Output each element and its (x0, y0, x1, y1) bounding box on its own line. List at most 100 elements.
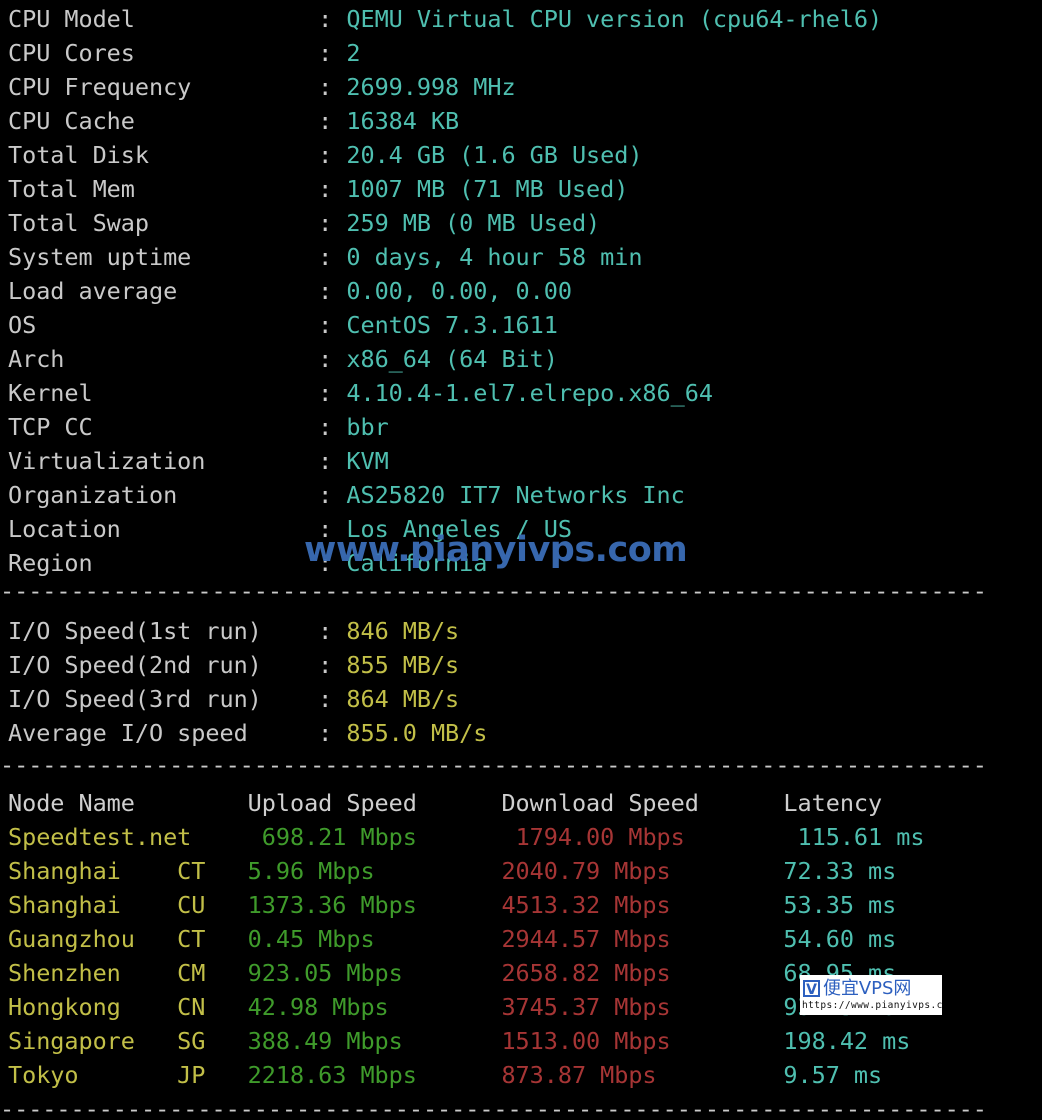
info-row: Total Mem : 1007 MB (71 MB Used) (0, 172, 1042, 206)
system-info-block: CPU Model : QEMU Virtual CPU version (cp… (0, 2, 1042, 580)
info-row-value: 2699.998 MHz (346, 73, 516, 101)
column-header-node-name: Node Name (8, 789, 248, 817)
io-speed-label: I/O Speed(1st run) (8, 617, 319, 645)
speedtest-download-speed: 1513.00 Mbps (501, 1027, 784, 1055)
io-speed-block: I/O Speed(1st run) : 846 MB/s I/O Speed(2… (0, 614, 1042, 750)
speedtest-upload-speed: 2218.63 Mbps (247, 1061, 502, 1089)
speedtest-latency: 54.60 ms (783, 925, 897, 953)
speedtest-latency: 72.33 ms (783, 857, 897, 885)
info-row: TCP CC : bbr (0, 410, 1042, 444)
speedtest-row: Guangzhou CT 0.45 Mbps 2944.57 Mbps 54.6… (0, 922, 1042, 956)
speedtest-download-speed: 1794.00 Mbps (515, 823, 798, 851)
info-row-label: Organization (8, 481, 319, 509)
speedtest-table: Node Name Upload Speed Download Speed La… (0, 786, 1042, 1092)
info-row: Load average : 0.00, 0.00, 0.00 (0, 274, 1042, 308)
info-row: OS : CentOS 7.3.1611 (0, 308, 1042, 342)
info-row: CPU Model : QEMU Virtual CPU version (cp… (0, 2, 1042, 36)
info-row-separator: : (318, 209, 347, 237)
info-row-value: bbr (346, 413, 389, 441)
io-speed-separator: : (318, 651, 347, 679)
speedtest-row: Singapore SG 388.49 Mbps 1513.00 Mbps 19… (0, 1024, 1042, 1058)
info-row: Organization : AS25820 IT7 Networks Inc (0, 478, 1042, 512)
info-row-separator: : (318, 141, 347, 169)
info-row-label: Virtualization (8, 447, 319, 475)
speedtest-download-speed: 3745.37 Mbps (501, 993, 784, 1021)
io-speed-value: 846 MB/s (346, 617, 460, 645)
speedtest-upload-speed: 698.21 Mbps (261, 823, 516, 851)
io-speed-label: Average I/O speed (8, 719, 319, 747)
info-row-value: 16384 KB (346, 107, 460, 135)
speedtest-upload-speed: 1373.36 Mbps (247, 891, 502, 919)
speedtest-node-name: Guangzhou CT (8, 925, 248, 953)
info-row-label: TCP CC (8, 413, 319, 441)
info-row-value: 0 days, 4 hour 58 min (346, 243, 643, 271)
speedtest-row: Speedtest.net 698.21 Mbps 1794.00 Mbps 1… (0, 820, 1042, 854)
speedtest-upload-speed: 5.96 Mbps (247, 857, 502, 885)
info-row-label: OS (8, 311, 319, 339)
badge-v-logo-icon: V (803, 979, 820, 998)
info-row-separator: : (318, 481, 347, 509)
info-row-value: 259 MB (0 MB Used) (346, 209, 601, 237)
info-row-label: Region (8, 549, 319, 577)
info-row-separator: : (318, 175, 347, 203)
io-speed-value: 855 MB/s (346, 651, 460, 679)
info-row-value: AS25820 IT7 Networks Inc (346, 481, 685, 509)
speedtest-node-name: Tokyo JP (8, 1061, 248, 1089)
io-speed-separator: : (318, 617, 347, 645)
info-row-label: CPU Cores (8, 39, 319, 67)
info-row: Virtualization : KVM (0, 444, 1042, 478)
speedtest-latency: 9.57 ms (783, 1061, 883, 1089)
info-row-separator: : (318, 107, 347, 135)
speedtest-download-speed: 2944.57 Mbps (501, 925, 784, 953)
info-row-value: x86_64 (64 Bit) (346, 345, 558, 373)
info-row-separator: : (318, 345, 347, 373)
io-speed-row: Average I/O speed : 855.0 MB/s (0, 716, 1042, 750)
info-row-label: CPU Model (8, 5, 319, 33)
info-row-label: Arch (8, 345, 319, 373)
io-speed-row: I/O Speed(1st run) : 846 MB/s (0, 614, 1042, 648)
info-row-separator: : (318, 277, 347, 305)
info-row-value: KVM (346, 447, 389, 475)
separator-line-2: ----------------------------------------… (0, 754, 987, 776)
speedtest-upload-speed: 42.98 Mbps (247, 993, 502, 1021)
speedtest-node-name: Shenzhen CM (8, 959, 248, 987)
io-speed-row: I/O Speed(3rd run) : 864 MB/s (0, 682, 1042, 716)
info-row-value: QEMU Virtual CPU version (cpu64-rhel6) (346, 5, 883, 33)
info-row-separator: : (318, 413, 347, 441)
info-row: CPU Cache : 16384 KB (0, 104, 1042, 138)
info-row-value: 0.00, 0.00, 0.00 (346, 277, 572, 305)
speedtest-row: Shanghai CU 1373.36 Mbps 4513.32 Mbps 53… (0, 888, 1042, 922)
terminal-output: CPU Model : QEMU Virtual CPU version (cp… (0, 0, 1042, 1120)
info-row-value: 1007 MB (71 MB Used) (346, 175, 629, 203)
io-speed-separator: : (318, 685, 347, 713)
separator-line-1: ----------------------------------------… (0, 580, 987, 602)
info-row-separator: : (318, 447, 347, 475)
badge-title-row: V 便宜VPS网 (800, 975, 942, 1000)
info-row: CPU Frequency : 2699.998 MHz (0, 70, 1042, 104)
io-speed-separator: : (318, 719, 347, 747)
info-row-separator: : (318, 5, 347, 33)
watermark-logo-badge: V 便宜VPS网 https://www.pianyivps.com (800, 975, 942, 1015)
speedtest-latency: 198.42 ms (783, 1027, 911, 1055)
speedtest-download-speed: 2040.79 Mbps (501, 857, 784, 885)
info-row: System uptime : 0 days, 4 hour 58 min (0, 240, 1042, 274)
speedtest-node-name: Singapore SG (8, 1027, 248, 1055)
badge-site-url: https://www.pianyivps.com (802, 1000, 942, 1011)
speedtest-upload-speed: 388.49 Mbps (247, 1027, 502, 1055)
speedtest-row: Shanghai CT 5.96 Mbps 2040.79 Mbps 72.33… (0, 854, 1042, 888)
speedtest-latency: 53.35 ms (783, 891, 897, 919)
info-row-label: CPU Frequency (8, 73, 319, 101)
info-row-label: Load average (8, 277, 319, 305)
info-row-label: Total Mem (8, 175, 319, 203)
info-row-value: 20.4 GB (1.6 GB Used) (346, 141, 643, 169)
io-speed-row: I/O Speed(2nd run) : 855 MB/s (0, 648, 1042, 682)
info-row-separator: : (318, 243, 347, 271)
speedtest-download-speed: 873.87 Mbps (501, 1061, 784, 1089)
info-row-label: Total Swap (8, 209, 319, 237)
io-speed-label: I/O Speed(3rd run) (8, 685, 319, 713)
info-row-separator: : (318, 311, 347, 339)
info-row: Total Disk : 20.4 GB (1.6 GB Used) (0, 138, 1042, 172)
speedtest-node-name: Hongkong CN (8, 993, 248, 1021)
